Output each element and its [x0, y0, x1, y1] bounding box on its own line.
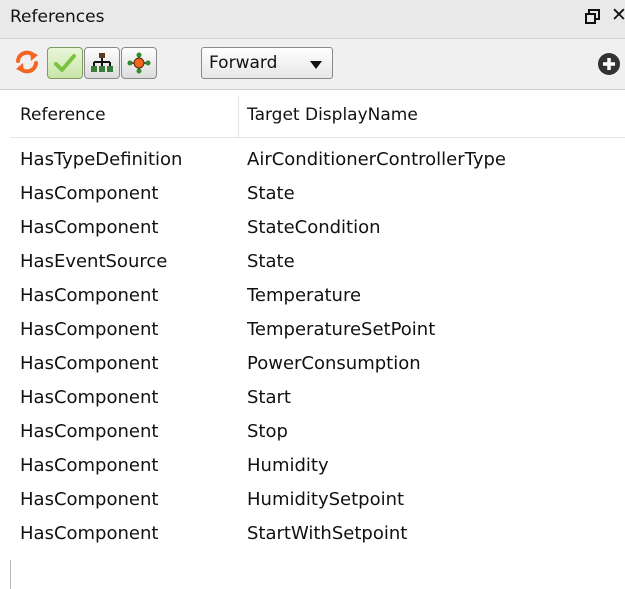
- target-cell: StartWithSetpoint: [247, 523, 408, 544]
- reference-cell: HasComponent: [20, 387, 159, 408]
- float-window-icon[interactable]: [585, 9, 600, 24]
- reference-cell: HasComponent: [20, 455, 159, 476]
- reference-cell: HasComponent: [20, 285, 159, 306]
- table-row[interactable]: HasTypeDefinition AirConditionerControll…: [10, 144, 625, 178]
- panel-title: References: [10, 7, 105, 27]
- target-cell: Temperature: [247, 285, 362, 306]
- target-cell: TemperatureSetPoint: [247, 319, 436, 340]
- close-icon[interactable]: ✕: [611, 5, 625, 25]
- table-row[interactable]: HasComponent Start: [10, 382, 625, 416]
- reference-cell: HasTypeDefinition: [20, 149, 183, 170]
- reference-cell: HasComponent: [20, 217, 159, 238]
- target-cell: PowerConsumption: [247, 353, 421, 374]
- target-cell: Start: [247, 387, 291, 408]
- table-row[interactable]: HasComponent Humidity: [10, 450, 625, 484]
- reference-cell: HasComponent: [20, 183, 159, 204]
- filter-checked-button[interactable]: [47, 47, 83, 79]
- table-row[interactable]: HasComponent TemperatureSetPoint: [10, 314, 625, 348]
- table-frame-edge: [10, 560, 11, 589]
- reference-cell: HasComponent: [20, 523, 159, 544]
- node-graph-icon: [127, 52, 151, 74]
- table-row[interactable]: HasComponent HumiditySetpoint: [10, 484, 625, 518]
- reference-cell: HasComponent: [20, 489, 159, 510]
- column-header-target-displayname[interactable]: Target DisplayName: [247, 105, 418, 125]
- target-cell: AirConditionerControllerType: [247, 149, 506, 170]
- toolbar: Forward: [0, 39, 625, 90]
- target-cell: Humidity: [247, 455, 329, 476]
- target-cell: StateCondition: [247, 217, 381, 238]
- table-row[interactable]: HasEventSource State: [10, 246, 625, 280]
- target-cell: HumiditySetpoint: [247, 489, 405, 510]
- table-row[interactable]: HasComponent PowerConsumption: [10, 348, 625, 382]
- column-divider[interactable]: [238, 96, 239, 137]
- refresh-icon[interactable]: [13, 48, 41, 76]
- node-graph-button[interactable]: [121, 47, 157, 79]
- reference-cell: HasComponent: [20, 421, 159, 442]
- direction-select[interactable]: Forward: [201, 47, 333, 79]
- chevron-down-icon: [310, 61, 322, 69]
- table-row[interactable]: HasComponent StartWithSetpoint: [10, 518, 625, 552]
- column-header-reference[interactable]: Reference: [20, 105, 106, 125]
- reference-cell: HasComponent: [20, 353, 159, 374]
- reference-cell: HasComponent: [20, 319, 159, 340]
- table-row[interactable]: HasComponent Temperature: [10, 280, 625, 314]
- table-row[interactable]: HasComponent StateCondition: [10, 212, 625, 246]
- hierarchy-view-button[interactable]: [84, 47, 120, 79]
- references-table: Reference Target DisplayName HasTypeDefi…: [10, 96, 625, 589]
- target-cell: State: [247, 183, 295, 204]
- check-icon: [54, 54, 76, 72]
- reference-cell: HasEventSource: [20, 251, 168, 272]
- table-row[interactable]: HasComponent Stop: [10, 416, 625, 450]
- hierarchy-icon: [91, 53, 113, 72]
- direction-value: Forward: [209, 53, 278, 73]
- target-cell: State: [247, 251, 295, 272]
- table-row[interactable]: HasComponent State: [10, 178, 625, 212]
- panel-title-bar: References ✕: [0, 0, 625, 39]
- table-header: Reference Target DisplayName: [10, 96, 625, 138]
- add-icon[interactable]: [597, 52, 621, 76]
- target-cell: Stop: [247, 421, 288, 442]
